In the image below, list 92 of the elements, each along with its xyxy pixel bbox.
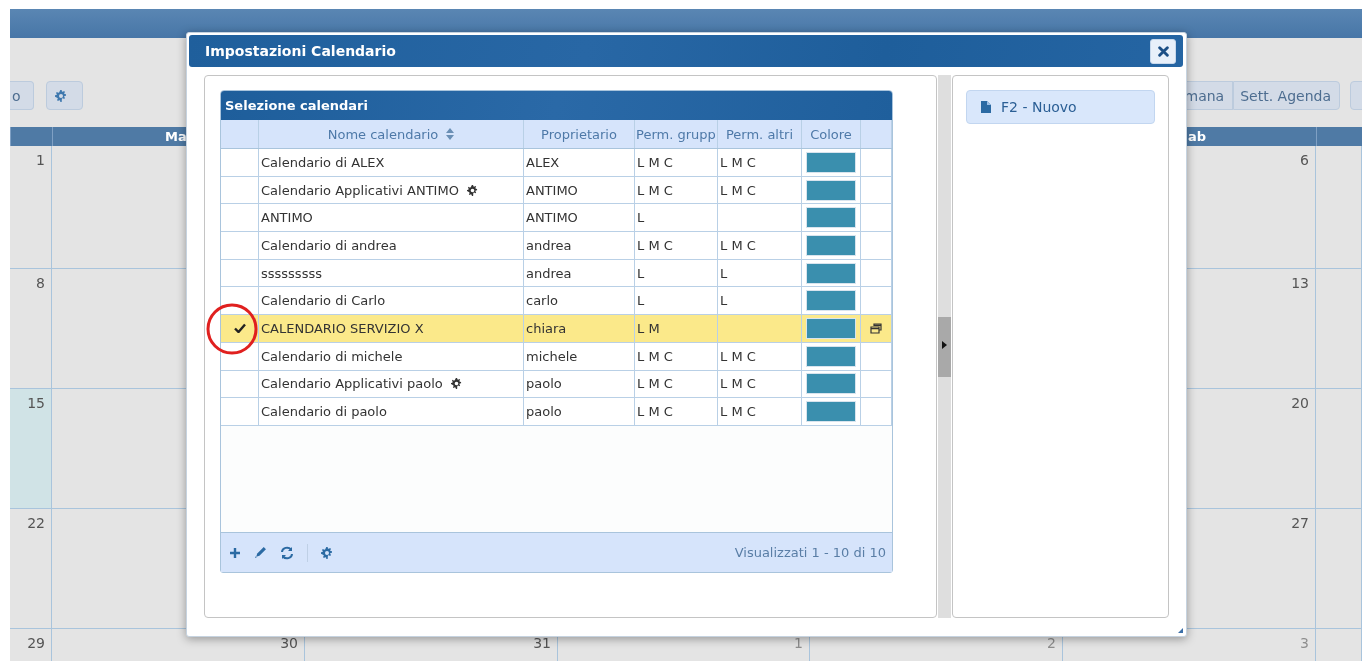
day-number: 30: [280, 635, 298, 651]
table-cell: L: [637, 265, 645, 281]
column-header[interactable]: Perm. altri: [718, 120, 802, 148]
table-cell: L: [720, 293, 728, 309]
column-header[interactable]: Perm. grupp: [635, 120, 718, 148]
table-cell: ANTIMO: [526, 210, 578, 226]
table-cell: L M C: [637, 376, 673, 392]
table-cell: sssssssss: [261, 265, 322, 281]
caret-icon: [942, 340, 947, 349]
day-number: 31: [533, 635, 551, 651]
table-row[interactable]: Calendario di paolo paolo L M C L M C: [221, 398, 892, 426]
table-cell: ANTIMO: [261, 210, 313, 226]
table-cell: L M C: [720, 404, 756, 420]
day-number: 6: [1300, 152, 1309, 168]
dialog-title: Impostazioni Calendario: [205, 43, 396, 59]
table-row[interactable]: sssssssss andrea L L: [221, 259, 892, 288]
day-number: 2: [1047, 635, 1056, 651]
table-cell: Calendario di ALEX: [261, 154, 385, 170]
column-header[interactable]: Colore: [802, 120, 861, 148]
table-cell: CALENDARIO SERVIZIO X: [261, 320, 424, 336]
column-header[interactable]: Proprietario: [524, 120, 635, 148]
windows-icon[interactable]: [870, 322, 882, 334]
day-number: 29: [27, 635, 45, 651]
settings-icon: [54, 89, 67, 102]
table-cell: carlo: [526, 293, 559, 309]
table-cell: michele: [526, 348, 578, 364]
day-number: 27: [1291, 515, 1309, 531]
table-cell: L M C: [637, 182, 673, 198]
day-number: 22: [27, 515, 45, 531]
table-row[interactable]: Calendario Applicativi ANTIMO ANTIMO L M C L M C: [221, 176, 892, 205]
table-cell: L: [637, 210, 645, 226]
weekday-label: ab: [1188, 129, 1207, 144]
column-header[interactable]: Nome calendario: [259, 120, 524, 148]
day-number: 8: [36, 275, 45, 291]
table-row[interactable]: Calendario di michele michele L M C L M C: [221, 342, 892, 371]
splitter-handle[interactable]: [938, 316, 951, 377]
table-cell: L M C: [720, 376, 756, 392]
table-cell: Calendario di paolo: [261, 404, 387, 420]
table-row[interactable]: CALENDARIO SERVIZIO X chiara L M: [221, 315, 892, 343]
close-icon: [1157, 45, 1169, 57]
table-cell: L M C: [720, 237, 756, 253]
table-row[interactable]: ANTIMO ANTIMO L: [221, 204, 892, 233]
gear-icon[interactable]: [450, 378, 462, 390]
gear-icon[interactable]: [466, 184, 478, 196]
table-row[interactable]: Calendario di Carlo carlo L L: [221, 287, 892, 316]
new-button[interactable]: F2 - Nuovo: [966, 90, 1155, 124]
table-cell: L M C: [637, 154, 673, 170]
day-number: 1: [794, 635, 803, 651]
table-cell: andrea: [526, 265, 572, 281]
table-cell: Calendario Applicativi ANTIMO: [261, 182, 459, 198]
pencil-icon[interactable]: [254, 546, 267, 559]
table-cell: paolo: [526, 376, 562, 392]
sort-icon: [446, 128, 455, 140]
table-cell: chiara: [526, 320, 567, 336]
settings-icon[interactable]: [321, 546, 333, 559]
table-cell: L M C: [720, 348, 756, 364]
table-cell: andrea: [526, 237, 572, 253]
day-number: 20: [1291, 395, 1309, 411]
table-cell: L M C: [720, 182, 756, 198]
table-cell: Calendario di Carlo: [261, 293, 386, 309]
day-number: 13: [1291, 275, 1309, 291]
day-number: 3: [1300, 635, 1309, 651]
check-icon: [233, 323, 246, 334]
table-cell: ALEX: [526, 154, 560, 170]
table-cell: ANTIMO: [526, 182, 578, 198]
refresh-icon[interactable]: [280, 545, 294, 560]
resize-grip-icon: [1178, 628, 1183, 633]
close-button[interactable]: [1150, 38, 1176, 64]
table-cell: L: [720, 265, 728, 281]
day-number: 15: [27, 395, 45, 411]
table-row[interactable]: Calendario Applicativi paolo paolo L M C L M C: [221, 370, 892, 399]
table-cell: Calendario di andrea: [261, 237, 397, 253]
plus-icon[interactable]: [229, 546, 241, 559]
toolbar-button[interactable]: Sett. Agenda: [1233, 81, 1340, 110]
weekday-label: Ma: [165, 129, 187, 144]
table-cell: paolo: [526, 404, 562, 420]
table-row[interactable]: Calendario di ALEX ALEX L M C L M C: [221, 149, 892, 177]
settings-button[interactable]: [45, 81, 83, 110]
file-icon: [981, 101, 991, 113]
table-cell: L M C: [637, 237, 673, 253]
table-cell: L M: [637, 320, 660, 336]
grid-caption: Selezione calendari: [221, 91, 892, 120]
table-cell: Calendario Applicativi paolo: [261, 376, 443, 392]
table-cell: Calendario di michele: [261, 348, 403, 364]
day-number: 1: [36, 152, 45, 168]
toolbar-button[interactable]: o: [10, 81, 34, 110]
pager-info: Visualizzati 1 - 10 di 10: [734, 545, 886, 560]
table-cell: L: [637, 293, 645, 309]
table-cell: L M C: [637, 404, 673, 420]
table-row[interactable]: Calendario di andrea andrea L M C L M C: [221, 232, 892, 260]
table-cell: L M C: [720, 154, 756, 170]
table-cell: L M C: [637, 348, 673, 364]
